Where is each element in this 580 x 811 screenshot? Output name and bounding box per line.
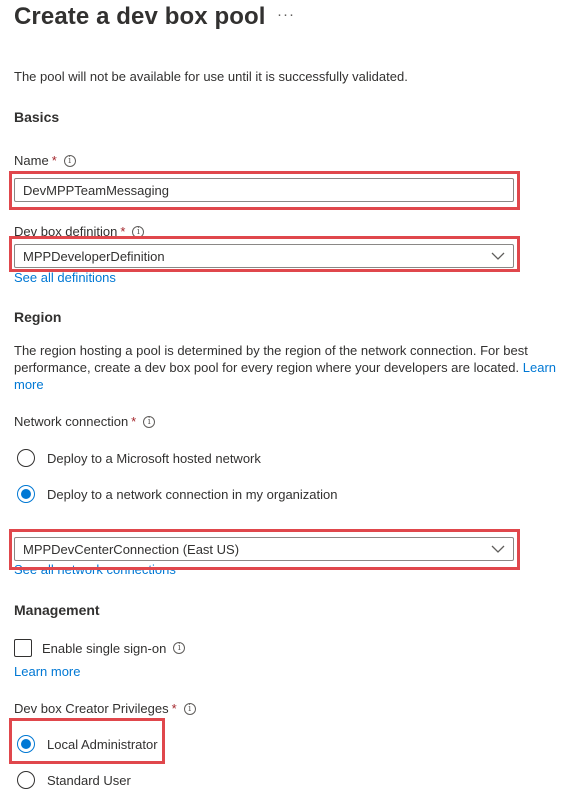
region-description-text: The region hosting a pool is determined … [14,343,528,375]
single-sign-on-checkbox[interactable] [14,639,32,657]
radio-label: Deploy to a Microsoft hosted network [47,450,261,466]
definition-select[interactable]: MPPDeveloperDefinition [14,244,514,268]
single-sign-on-option[interactable]: Enable single sign-on i [14,639,186,657]
radio-button-selected[interactable] [17,485,35,503]
network-connection-select[interactable]: MPPDevCenterConnection (East US) [14,537,514,561]
creator-privileges-label-text: Dev box Creator Privileges [14,701,169,716]
name-field[interactable]: DevMPPTeamMessaging [14,178,514,202]
required-marker: * [171,701,177,716]
radio-button-selected[interactable] [17,735,35,753]
network-connection-value: MPPDevCenterConnection (East US) [23,541,240,557]
more-options-icon[interactable]: ··· [277,6,295,23]
radio-organization-network[interactable]: Deploy to a network connection in my org… [17,485,338,503]
creator-privileges-label: Dev box Creator Privileges * i [14,701,196,716]
page-title: Create a dev box pool [14,3,266,30]
section-heading-management: Management [14,602,100,618]
required-marker: * [131,414,137,429]
section-heading-basics: Basics [14,109,60,125]
radio-standard-user[interactable]: Standard User [17,771,131,789]
info-icon[interactable]: i [143,415,156,428]
radio-label: Local Administrator [47,736,158,752]
chevron-down-icon [491,252,505,260]
management-learn-more-link[interactable]: Learn more [14,664,80,679]
see-all-definitions-link[interactable]: See all definitions [14,270,116,285]
radio-local-administrator[interactable]: Local Administrator [17,735,158,753]
network-connection-label: Network connection * i [14,414,156,429]
radio-label: Standard User [47,772,131,788]
region-description: The region hosting a pool is determined … [14,342,574,393]
radio-button[interactable] [17,771,35,789]
radio-label: Deploy to a network connection in my org… [47,486,338,502]
name-label-text: Name [14,153,49,168]
section-heading-region: Region [14,309,62,325]
name-value: DevMPPTeamMessaging [23,182,169,198]
radio-microsoft-hosted[interactable]: Deploy to a Microsoft hosted network [17,449,261,467]
required-marker: * [51,153,57,168]
info-icon[interactable]: i [63,154,76,167]
network-connection-label-text: Network connection [14,414,129,429]
intro-text: The pool will not be available for use u… [14,69,408,84]
info-icon[interactable]: i [173,642,186,654]
name-label: Name * i [14,153,76,168]
chevron-down-icon [491,545,505,553]
single-sign-on-label: Enable single sign-on [42,640,167,656]
info-icon[interactable]: i [183,702,196,715]
definition-value: MPPDeveloperDefinition [23,248,165,264]
radio-button[interactable] [17,449,35,467]
